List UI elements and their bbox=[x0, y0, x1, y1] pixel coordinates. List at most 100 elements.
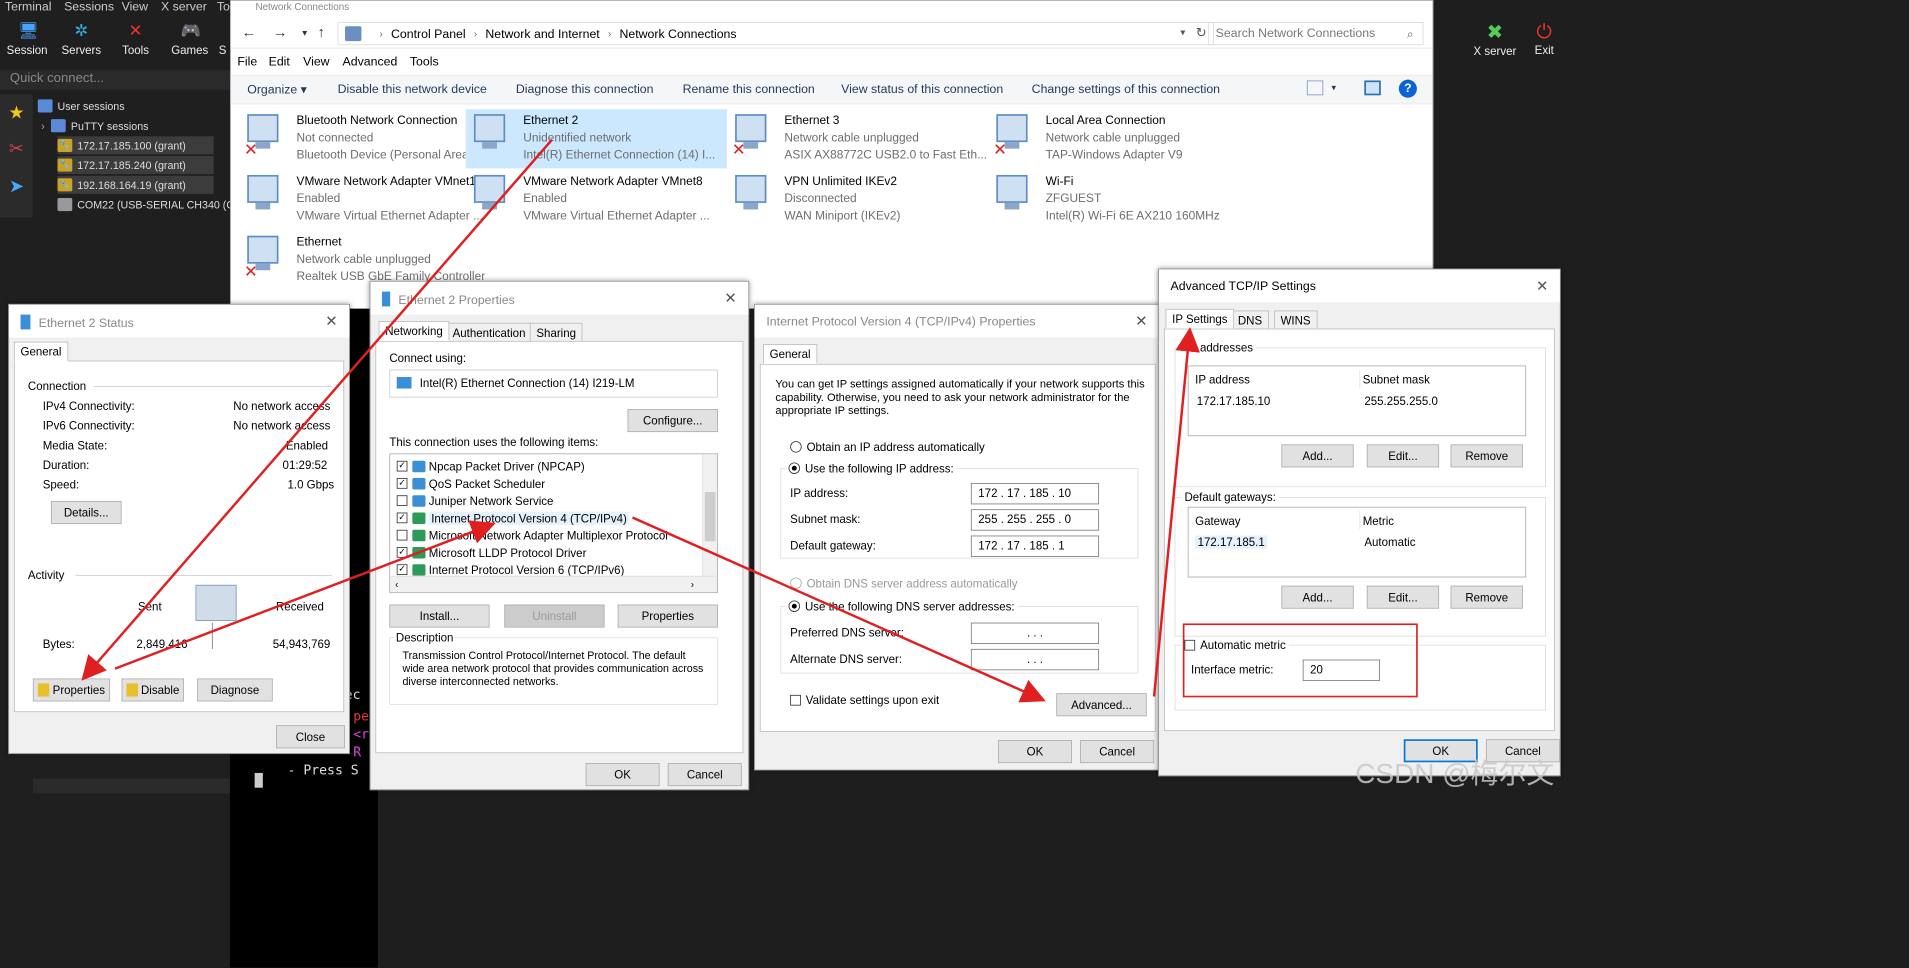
view-dropdown-icon[interactable]: ▾ bbox=[1331, 82, 1336, 93]
component-item[interactable]: ✓ Microsoft LLDP Protocol Driver bbox=[396, 544, 586, 561]
checkbox-icon[interactable]: ✓ bbox=[396, 460, 408, 472]
tab-authentication[interactable]: Authentication bbox=[446, 322, 533, 343]
item-properties-button[interactable]: Properties bbox=[617, 604, 718, 628]
tab-general[interactable]: General bbox=[763, 344, 818, 364]
rename-button[interactable]: Rename this connection bbox=[683, 82, 815, 96]
alternate-dns-field[interactable]: . . . bbox=[970, 648, 1100, 671]
checkbox-icon[interactable]: ✓ bbox=[396, 478, 408, 489]
adapter-tile[interactable]: Ethernet 2 Unidentified network Intel(R) E… bbox=[465, 109, 727, 169]
tab-ip-settings[interactable]: IP Settings bbox=[1165, 308, 1235, 329]
close-icon[interactable]: ✕ bbox=[1536, 278, 1548, 295]
gw-add-button[interactable]: Add... bbox=[1281, 585, 1354, 609]
quick-connect-input[interactable]: Quick connect... bbox=[0, 69, 230, 90]
adapter-tile[interactable]: VPN Unlimited IKEv2 Disconnected WAN Minip… bbox=[727, 170, 988, 229]
menu-view[interactable]: View bbox=[303, 55, 329, 69]
menu-tools[interactable]: Tools bbox=[410, 55, 439, 69]
refresh-icon[interactable]: ↻ bbox=[1196, 25, 1207, 41]
ok-button[interactable]: OK bbox=[585, 763, 660, 787]
items-list[interactable]: ✓ Npcap Packet Driver (NPCAP) ✓ QoS Packet … bbox=[389, 453, 718, 594]
ip-addresses-list[interactable]: IP address Subnet mask 172.17.185.10 255… bbox=[1187, 365, 1527, 437]
close-icon[interactable]: ✕ bbox=[724, 290, 736, 307]
tab-wins[interactable]: WINS bbox=[1273, 310, 1318, 331]
breadcrumb-network-connections[interactable]: Network Connections bbox=[619, 27, 736, 41]
mask-column-header[interactable]: Subnet mask bbox=[1363, 373, 1430, 386]
checkbox-icon[interactable] bbox=[396, 495, 408, 506]
tree-scrollbar[interactable] bbox=[32, 778, 230, 794]
tab-general[interactable]: General bbox=[13, 341, 69, 362]
adapter-tile[interactable]: ✕ Ethernet 3 Network cable unplugged ASIX A… bbox=[727, 109, 988, 168]
tree-session-2[interactable]: 🔧 172.17.185.240 (grant) bbox=[57, 156, 214, 175]
component-item[interactable]: Microsoft Network Adapter Multiplexor Pr… bbox=[396, 527, 668, 544]
ip-add-button[interactable]: Add... bbox=[1281, 444, 1354, 468]
menu-file[interactable]: File bbox=[237, 55, 257, 69]
checkbox-icon[interactable] bbox=[396, 529, 408, 541]
tab-dns[interactable]: DNS bbox=[1231, 310, 1269, 331]
advanced-button[interactable]: Advanced... bbox=[1056, 693, 1147, 717]
tree-putty-sessions[interactable]: › PuTTY sessions bbox=[41, 117, 148, 135]
close-icon[interactable]: ✕ bbox=[325, 313, 337, 330]
checkbox-icon[interactable]: ✓ bbox=[396, 564, 408, 575]
ip-edit-button[interactable]: Edit... bbox=[1366, 444, 1440, 468]
close-icon[interactable]: ✕ bbox=[1135, 313, 1147, 330]
star-icon[interactable]: ★ bbox=[3, 99, 29, 125]
ip-column-header[interactable]: IP address bbox=[1195, 373, 1250, 386]
scroll-left-icon[interactable]: ‹ bbox=[395, 578, 398, 589]
metric-row-value[interactable]: Automatic bbox=[1364, 536, 1415, 549]
metric-column-header[interactable]: Metric bbox=[1363, 514, 1394, 527]
menu-tools[interactable]: To bbox=[217, 0, 230, 14]
gw-edit-button[interactable]: Edit... bbox=[1366, 585, 1440, 609]
tools-side-icon[interactable]: ✂ bbox=[3, 136, 29, 162]
view-status-button[interactable]: View status of this connection bbox=[841, 82, 1003, 96]
ok-button[interactable]: OK bbox=[998, 740, 1072, 764]
tree-session-com22[interactable]: COM22 (USB-SERIAL CH340 (C bbox=[57, 195, 234, 213]
forward-icon[interactable]: → bbox=[270, 24, 290, 41]
gateways-list[interactable]: Gateway Metric 172.17.185.1 Automatic bbox=[1187, 506, 1527, 578]
list-scrollbar[interactable] bbox=[702, 454, 718, 578]
details-button[interactable]: Details... bbox=[50, 501, 122, 525]
tree-user-sessions[interactable]: User sessions bbox=[37, 97, 125, 115]
configure-button[interactable]: Configure... bbox=[627, 409, 718, 433]
adapter-tile[interactable]: ✕ Local Area Connection Network cable unpl… bbox=[988, 109, 1249, 168]
mask-row-value[interactable]: 255.255.255.0 bbox=[1364, 394, 1438, 407]
list-hscrollbar[interactable]: ‹ › bbox=[390, 575, 718, 593]
menu-sessions[interactable]: Sessions bbox=[64, 0, 114, 14]
tree-session-1[interactable]: 🔧 172.17.185.100 (grant) bbox=[57, 136, 214, 155]
preview-pane-icon[interactable] bbox=[1364, 80, 1381, 96]
cancel-button[interactable]: Cancel bbox=[667, 763, 742, 787]
menu-view[interactable]: View bbox=[122, 0, 148, 14]
session-button[interactable]: 🖥 Session bbox=[0, 21, 54, 62]
checkbox-icon[interactable]: ✓ bbox=[396, 547, 408, 558]
component-item[interactable]: ✓ Internet Protocol Version 4 (TCP/IPv4) bbox=[396, 509, 630, 526]
disable-button[interactable]: Disable bbox=[121, 678, 184, 702]
component-item[interactable]: Juniper Network Service bbox=[396, 492, 553, 509]
cancel-button[interactable]: Cancel bbox=[1080, 740, 1155, 764]
diagnose-button[interactable]: Diagnose bbox=[197, 678, 273, 702]
servers-button[interactable]: ✲ Servers bbox=[54, 21, 108, 62]
change-settings-button[interactable]: Change settings of this connection bbox=[1032, 82, 1220, 96]
scroll-thumb[interactable] bbox=[704, 492, 716, 542]
close-button[interactable]: Close bbox=[275, 725, 345, 749]
adapter-tile[interactable]: ✕ Bluetooth Network Connection Not connect… bbox=[239, 109, 500, 168]
adapter-tile[interactable]: Wi-Fi ZFGUEST Intel(R) Wi-Fi 6E AX210 160M… bbox=[988, 170, 1249, 229]
adapter-tile[interactable]: VMware Network Adapter VMnet1 Enabled VMwa… bbox=[239, 170, 500, 229]
tools-button[interactable]: ✕ Tools bbox=[108, 21, 162, 62]
gateway-row-value[interactable]: 172.17.185.1 bbox=[1195, 535, 1268, 549]
diagnose-button[interactable]: Diagnose this connection bbox=[516, 82, 654, 96]
up-icon[interactable]: ↑ bbox=[311, 24, 331, 41]
exit-button[interactable]: ⏻ Exit bbox=[1524, 21, 1565, 57]
breadcrumb-network-internet[interactable]: Network and Internet bbox=[485, 27, 599, 41]
menu-advanced[interactable]: Advanced bbox=[343, 55, 398, 69]
default-gateway-field[interactable]: 172 . 17 . 185 . 1 bbox=[970, 535, 1100, 557]
tab-networking[interactable]: Networking bbox=[378, 321, 450, 341]
validate-checkbox[interactable]: Validate settings upon exit bbox=[790, 693, 939, 706]
back-icon[interactable]: ← bbox=[239, 24, 259, 41]
games-button[interactable]: 🎮 Games bbox=[163, 21, 217, 62]
subnet-mask-field[interactable]: 255 . 255 . 255 . 0 bbox=[970, 509, 1100, 531]
search-input[interactable]: Search Network Connections bbox=[1208, 22, 1424, 46]
ip-row-value[interactable]: 172.17.185.10 bbox=[1197, 394, 1271, 407]
menu-terminal[interactable]: Terminal bbox=[5, 0, 52, 14]
view-options-icon[interactable] bbox=[1306, 80, 1324, 96]
adapter-tile[interactable]: VMware Network Adapter VMnet8 Enabled VMwa… bbox=[466, 170, 727, 229]
properties-button[interactable]: Properties bbox=[32, 678, 111, 702]
gw-remove-button[interactable]: Remove bbox=[1450, 585, 1523, 609]
